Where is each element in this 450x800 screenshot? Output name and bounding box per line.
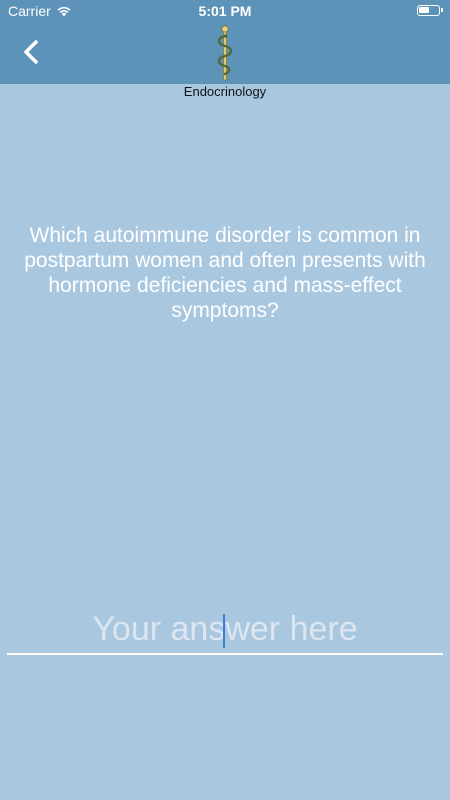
subject-label: Endocrinology xyxy=(183,84,267,99)
back-button[interactable] xyxy=(14,34,50,70)
chevron-left-icon xyxy=(24,40,38,64)
rod-of-asclepius-icon xyxy=(217,25,233,81)
answer-input[interactable] xyxy=(7,606,443,652)
quiz-screen: Carrier 5:01 PM Endocrinology Which auto… xyxy=(0,0,450,800)
answer-underline xyxy=(7,653,443,655)
battery-icon xyxy=(417,5,443,16)
status-bar: Carrier 5:01 PM xyxy=(0,0,450,22)
clock: 5:01 PM xyxy=(198,3,252,19)
nav-header: Carrier 5:01 PM xyxy=(0,0,450,84)
answer-field-container xyxy=(7,606,443,656)
question-text: Which autoimmune disorder is common in p… xyxy=(24,224,426,322)
text-caret xyxy=(223,614,225,648)
